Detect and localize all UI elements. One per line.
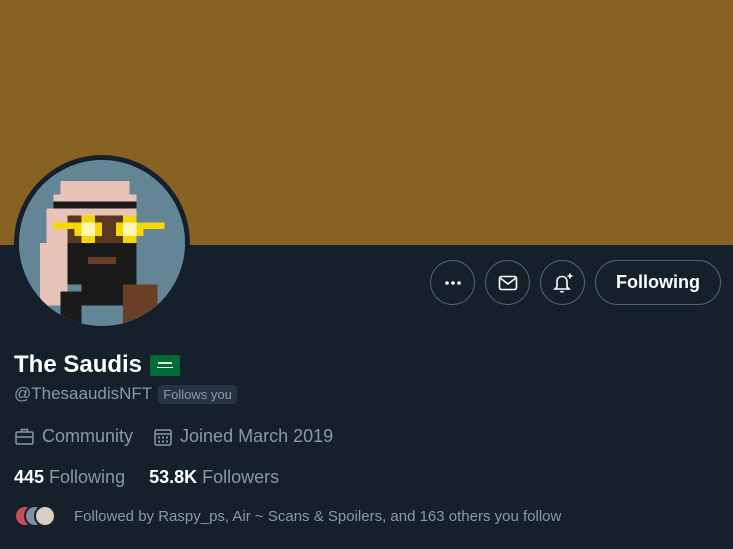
profile-actions: Following — [430, 260, 721, 305]
profile-meta: Community Joined March 2019 — [14, 426, 333, 447]
mutual-avatar — [34, 505, 56, 527]
following-stat[interactable]: 445 Following — [14, 467, 125, 488]
following-count: 445 — [14, 467, 45, 487]
bell-plus-icon — [552, 273, 572, 293]
more-button[interactable] — [430, 260, 475, 305]
notify-button[interactable] — [540, 260, 585, 305]
follows-you-badge: Follows you — [158, 384, 237, 404]
profile-avatar-frame — [14, 155, 190, 331]
followed-by-text: Followed by Raspy_ps, Air ~ Scans & Spoi… — [74, 507, 562, 525]
calendar-icon — [154, 428, 172, 446]
following-label: Following — [49, 467, 126, 487]
profile-avatar[interactable] — [19, 160, 185, 326]
follow-stats: 445 Following 53.8K Followers — [14, 467, 279, 488]
joined-item: Joined March 2019 — [153, 426, 333, 447]
profile-page: Following The Saudis @ThesaaudisNFT Foll… — [0, 0, 733, 549]
category-item: Community — [14, 426, 133, 447]
mutual-avatars — [14, 505, 56, 527]
briefcase-icon — [15, 428, 34, 445]
saudi-flag-icon — [150, 354, 181, 376]
more-horizontal-icon — [444, 280, 461, 285]
following-button[interactable]: Following — [595, 260, 721, 305]
name-row: The Saudis — [14, 351, 181, 379]
handle-row: @ThesaaudisNFT Follows you — [14, 384, 237, 404]
followers-count: 53.8K — [149, 467, 198, 487]
followers-label: Followers — [202, 467, 280, 487]
envelope-icon — [498, 275, 517, 290]
category-label: Community — [42, 426, 134, 446]
followers-stat[interactable]: 53.8K Followers — [149, 467, 279, 488]
message-button[interactable] — [485, 260, 530, 305]
display-name: The Saudis — [14, 351, 143, 378]
profile-handle: @ThesaaudisNFT — [14, 384, 153, 403]
joined-date: Joined March 2019 — [180, 426, 334, 446]
followed-by-row[interactable]: Followed by Raspy_ps, Air ~ Scans & Spoi… — [14, 505, 561, 527]
